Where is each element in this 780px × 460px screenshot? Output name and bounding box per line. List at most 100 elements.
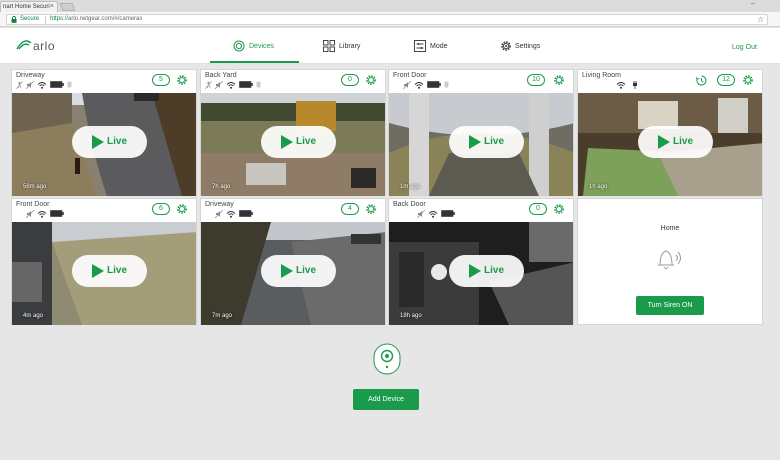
play-icon: [469, 135, 481, 149]
camera-model-icon: [67, 81, 72, 88]
tab-close-icon[interactable]: ×: [50, 2, 54, 12]
audio-off-icon: [26, 210, 34, 218]
motion-off-icon: [16, 81, 23, 89]
live-button[interactable]: Live: [449, 255, 524, 287]
live-button[interactable]: Live: [261, 126, 336, 158]
camera-feed[interactable]: Live 18h ago: [389, 222, 573, 325]
play-icon: [92, 135, 104, 149]
audio-off-icon: [403, 81, 411, 89]
live-label: Live: [296, 136, 317, 147]
arlo-logo-icon: [16, 40, 32, 50]
logo-text: arlo: [33, 39, 56, 53]
camera-settings-gear-icon[interactable]: [365, 74, 377, 86]
camera-name: Back Yard: [205, 72, 237, 79]
live-button[interactable]: Live: [638, 126, 713, 158]
play-icon: [92, 264, 104, 278]
camera-card-header: Driveway 4: [201, 199, 385, 221]
motion-off-icon: [205, 81, 212, 89]
tab-title: nart Home Securi: [3, 4, 50, 10]
battery-icon: [427, 81, 441, 88]
camera-card-header: Driveway 5: [12, 70, 196, 92]
camera-feed[interactable]: Live 1m ago: [389, 93, 573, 196]
camera-name: Front Door: [16, 201, 50, 208]
event-count-badge[interactable]: 0: [341, 74, 359, 86]
secure-label: Secure: [20, 16, 40, 22]
battery-icon: [239, 210, 253, 217]
logout-link[interactable]: Log Out: [732, 44, 757, 51]
camera-card: Front Door 6 Live 4m ago: [11, 198, 197, 325]
camera-card-header: Back Door 0: [389, 199, 573, 221]
audio-off-icon: [215, 210, 223, 218]
camera-model-icon: [256, 81, 261, 88]
camera-settings-gear-icon[interactable]: [553, 74, 565, 86]
nav-library-label: Library: [339, 43, 361, 50]
camera-feed[interactable]: Live 7h ago: [201, 93, 385, 196]
battery-icon: [441, 210, 455, 217]
event-count-badge[interactable]: 6: [152, 203, 170, 215]
event-count-badge[interactable]: 0: [529, 203, 547, 215]
power-plug-icon: [633, 81, 637, 89]
window-minimize-button[interactable]: –: [748, 0, 758, 8]
camera-card: Driveway 5 Live 58m ago: [11, 69, 197, 196]
camera-feed[interactable]: Live 7m ago: [201, 222, 385, 325]
camera-name: Back Door: [393, 201, 426, 208]
live-label: Live: [107, 136, 128, 147]
wifi-icon: [37, 211, 47, 218]
live-button[interactable]: Live: [72, 126, 147, 158]
live-button[interactable]: Live: [261, 255, 336, 287]
last-event-time: 1m ago: [400, 184, 421, 190]
live-button[interactable]: Live: [449, 126, 524, 158]
wifi-icon: [226, 211, 236, 218]
camera-feed[interactable]: Live 1h ago: [578, 93, 762, 196]
recording-history-icon[interactable]: [696, 75, 707, 86]
lock-icon: [11, 16, 17, 25]
nav-devices-label: Devices: [249, 43, 274, 50]
camera-name: Living Room: [582, 72, 621, 79]
camera-card: Front Door 10 Live 1m ago: [388, 69, 574, 196]
camera-feed[interactable]: Live 58m ago: [12, 93, 196, 196]
turn-siren-on-button[interactable]: Turn Siren ON: [636, 296, 704, 315]
camera-settings-gear-icon[interactable]: [176, 203, 188, 215]
event-count-badge[interactable]: 10: [527, 74, 545, 86]
event-count-badge[interactable]: 5: [152, 74, 170, 86]
event-count-badge[interactable]: 12: [717, 74, 735, 86]
play-icon: [281, 264, 293, 278]
arlo-base-station-icon: [373, 343, 401, 375]
last-event-time: 18h ago: [400, 313, 422, 319]
play-icon: [281, 135, 293, 149]
browser-tab[interactable]: nart Home Securi ×: [0, 1, 58, 12]
camera-card: Driveway 4 Live 7m ago: [200, 198, 386, 325]
live-label: Live: [673, 136, 694, 147]
live-button[interactable]: Live: [72, 255, 147, 287]
camera-settings-gear-icon[interactable]: [365, 203, 377, 215]
event-count-badge[interactable]: 4: [341, 203, 359, 215]
audio-off-icon: [26, 81, 34, 89]
wifi-icon: [37, 82, 47, 89]
siren-mode-label: Home: [660, 225, 680, 232]
camera-feed[interactable]: Live 4m ago: [12, 222, 196, 325]
last-event-time: 1h ago: [589, 184, 608, 190]
camera-settings-gear-icon[interactable]: [176, 74, 188, 86]
battery-icon: [50, 210, 64, 217]
last-event-time: 7m ago: [212, 313, 233, 319]
gear-icon: [501, 41, 511, 51]
wifi-icon: [226, 82, 236, 89]
new-tab-button[interactable]: [59, 3, 76, 11]
camera-card-header: Front Door 10: [389, 70, 573, 92]
live-label: Live: [107, 265, 128, 276]
last-event-time: 7h ago: [212, 184, 231, 190]
camera-card: Back Yard 0 Live 7h ago: [200, 69, 386, 196]
bookmark-star-icon[interactable]: ☆: [757, 15, 764, 24]
url-separator: [45, 16, 46, 24]
camera-name: Driveway: [205, 201, 234, 208]
bell-siren-icon: [658, 250, 681, 269]
browser-tab-strip: nart Home Securi × –: [0, 0, 780, 12]
live-label: Live: [484, 136, 505, 147]
add-device-button[interactable]: Add Device: [353, 389, 419, 410]
camera-model-icon: [444, 81, 449, 88]
camera-settings-gear-icon[interactable]: [742, 74, 754, 86]
camera-settings-gear-icon[interactable]: [553, 203, 565, 215]
camera-card-header: Front Door 6: [12, 199, 196, 221]
siren-card: Home Turn Siren ON: [577, 198, 763, 325]
url-field[interactable]: Secure https://arlo.netgear.com/#/camera…: [6, 14, 768, 25]
